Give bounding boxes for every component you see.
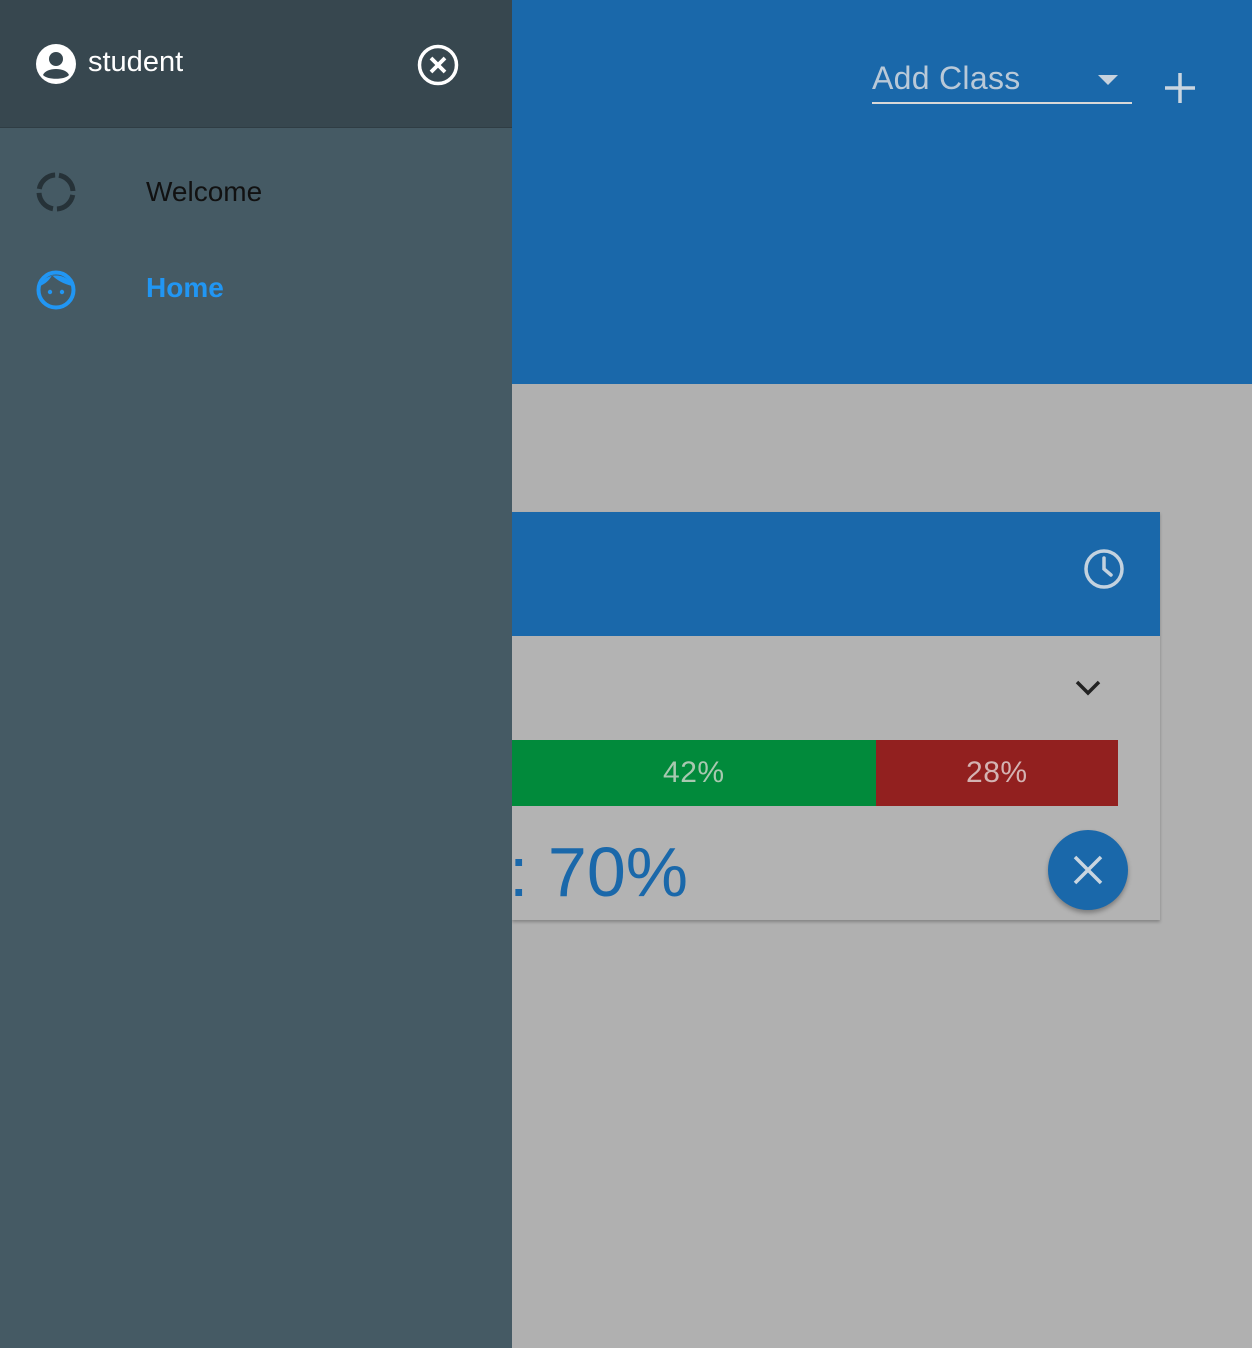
- correct-segment: 42%: [512, 740, 876, 806]
- nav-item-label: Welcome: [146, 176, 263, 207]
- close-icon: [1073, 855, 1103, 885]
- chevron-down-icon[interactable]: [1072, 672, 1104, 704]
- remove-class-button[interactable]: [1048, 830, 1128, 910]
- close-drawer-button[interactable]: [416, 43, 460, 87]
- account-circle-icon: [35, 43, 77, 85]
- face-icon: [34, 266, 78, 310]
- nav-item-welcome[interactable]: Welcome: [0, 144, 512, 240]
- clock-icon[interactable]: [1082, 547, 1126, 591]
- app-root: Add Class 42% 28% 70% student Welcome Ho…: [0, 0, 1252, 1348]
- add-class-label: Add Class: [872, 60, 1021, 96]
- nav-item-home[interactable]: Home: [0, 240, 512, 336]
- drawer-header: student: [0, 0, 512, 128]
- score-progress-bar: 42% 28%: [512, 740, 1118, 806]
- loading-circle-icon: [34, 170, 78, 214]
- score-container: e: 70%: [512, 832, 912, 912]
- class-card: 42% 28% e: 70%: [512, 512, 1160, 920]
- nav-item-label: Home: [146, 272, 224, 303]
- user-name: student: [88, 46, 184, 78]
- close-circle-icon: [417, 44, 459, 86]
- navigation-drawer: student Welcome Home: [0, 0, 512, 1348]
- plus-icon: [1165, 73, 1195, 103]
- card-header: [512, 512, 1160, 636]
- score-text: e: 70%: [512, 833, 688, 911]
- dropdown-caret-icon: [1098, 75, 1118, 85]
- wrong-segment: 28%: [875, 740, 1118, 806]
- add-class-select[interactable]: Add Class: [872, 56, 1132, 104]
- add-class-button[interactable]: [1158, 66, 1202, 110]
